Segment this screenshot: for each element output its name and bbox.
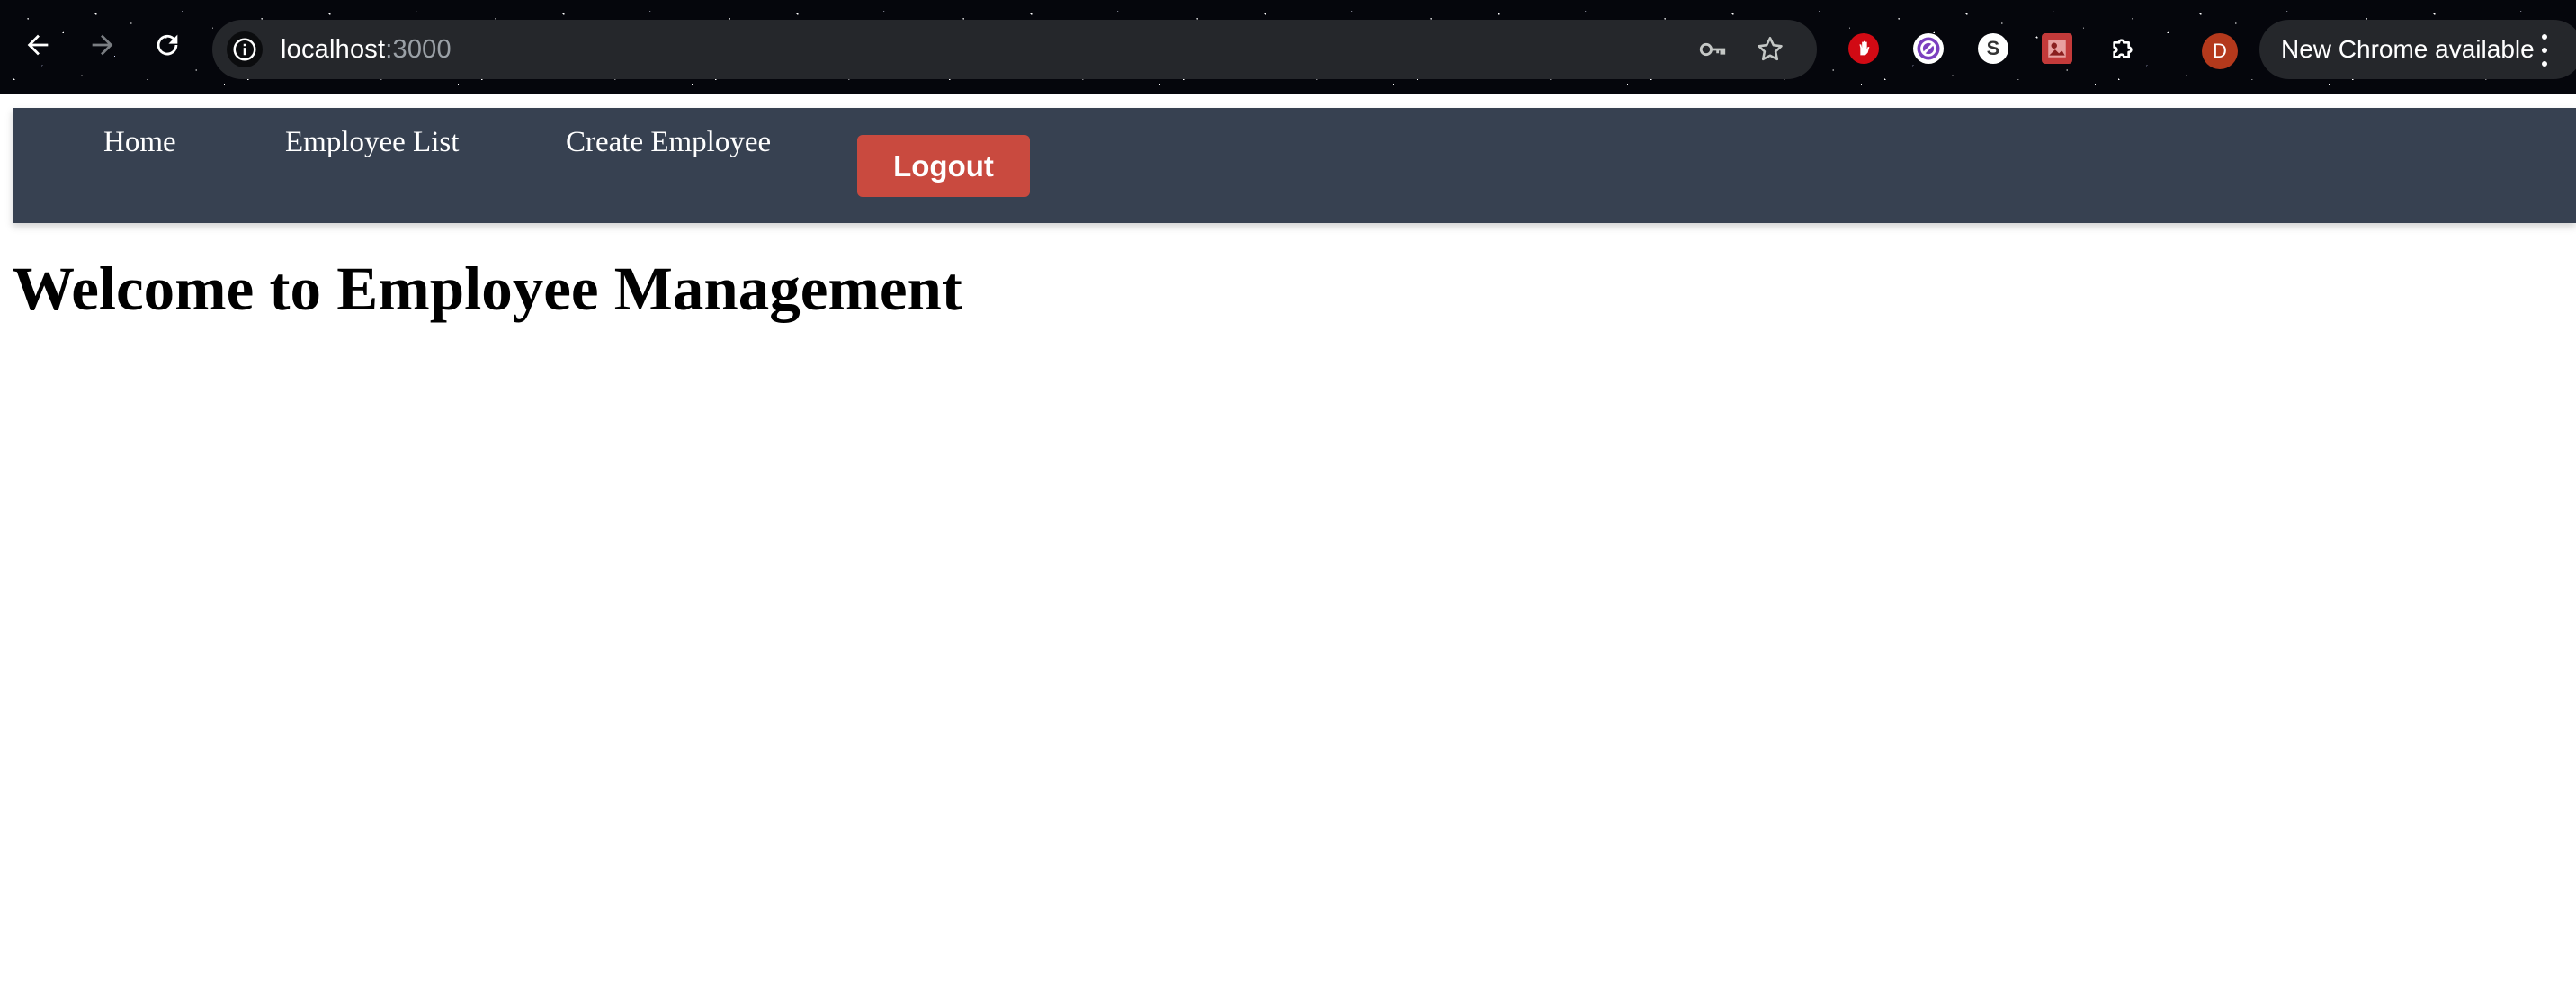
- url-host: localhost: [281, 34, 386, 64]
- update-label: New Chrome available: [2281, 35, 2535, 63]
- page-title: Welcome to Employee Management: [13, 255, 962, 323]
- nav-link-employee-list[interactable]: Employee List: [285, 126, 459, 159]
- nav-link-home[interactable]: Home: [103, 126, 176, 159]
- kebab-menu-icon[interactable]: [2538, 34, 2551, 67]
- avatar[interactable]: D: [2202, 33, 2238, 69]
- star-icon[interactable]: [1754, 33, 1786, 66]
- url-port: :3000: [385, 34, 452, 64]
- forward-arrow-icon[interactable]: [77, 20, 128, 70]
- s-extension-icon[interactable]: S: [1978, 33, 2008, 64]
- back-arrow-icon[interactable]: [13, 20, 63, 70]
- nav-link-create-employee[interactable]: Create Employee: [566, 126, 771, 159]
- key-icon[interactable]: [1696, 33, 1729, 66]
- info-icon[interactable]: [227, 31, 263, 67]
- extensions-puzzle-icon[interactable]: [2107, 33, 2138, 64]
- image-extension-icon[interactable]: [2042, 33, 2072, 64]
- logout-button[interactable]: Logout: [857, 135, 1030, 197]
- browser-toolbar: localhost:3000 S D New Chrome available: [0, 0, 2576, 94]
- blocker-extension-icon[interactable]: [1913, 33, 1944, 64]
- new-chrome-available-button[interactable]: New Chrome available: [2259, 20, 2576, 79]
- app-navbar: Home Employee List Create Employee Logou…: [13, 108, 2576, 223]
- address-bar[interactable]: localhost:3000: [212, 20, 1817, 79]
- adblock-extension-icon[interactable]: [1848, 33, 1879, 64]
- reload-icon[interactable]: [142, 20, 192, 70]
- url-text[interactable]: localhost:3000: [281, 35, 452, 65]
